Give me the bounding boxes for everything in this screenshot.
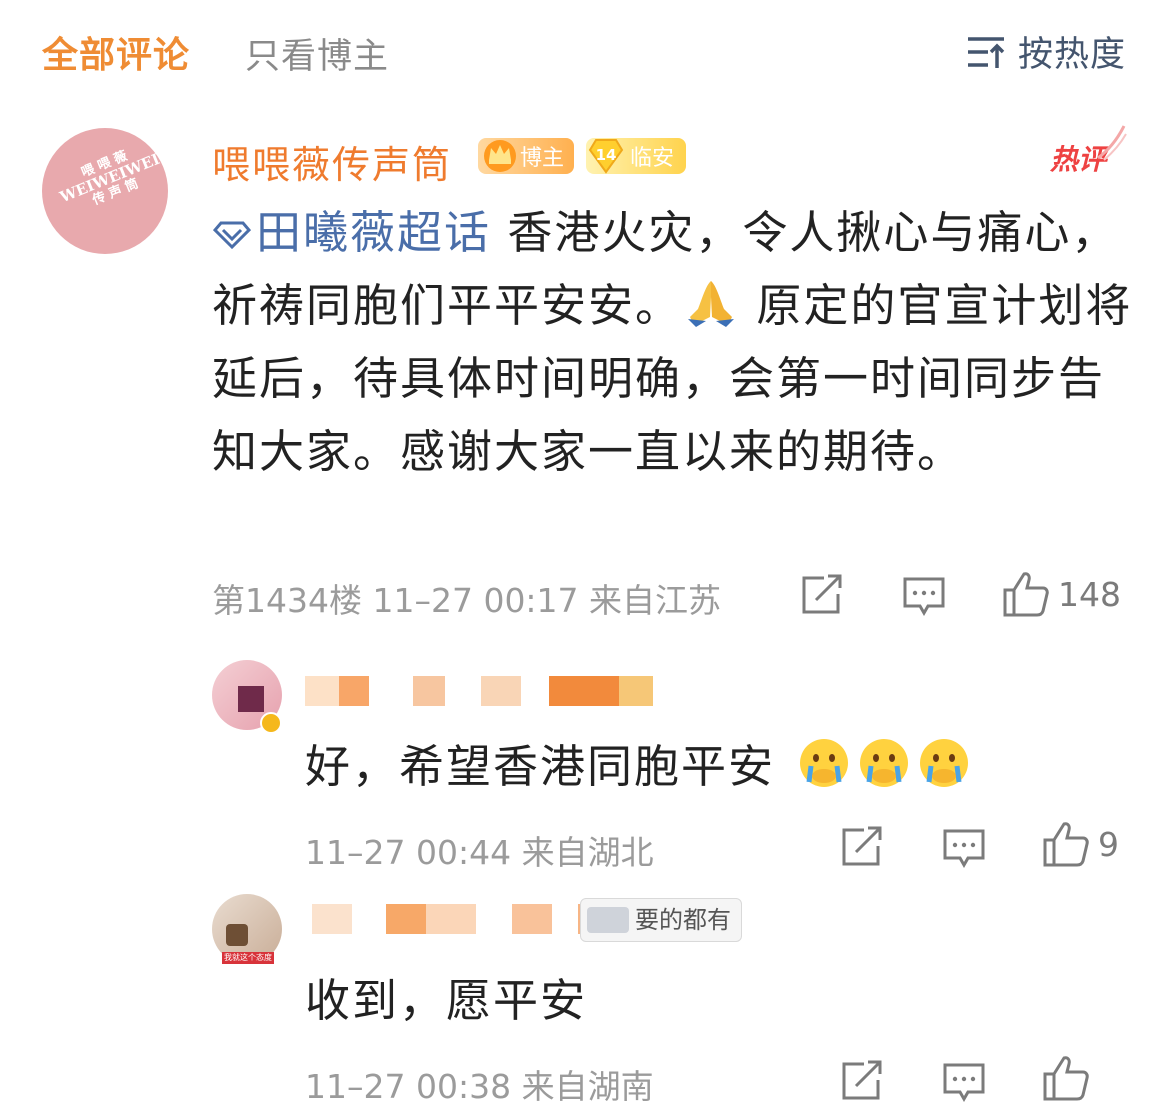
reply-button[interactable] — [942, 1062, 986, 1102]
sort-lines-icon — [967, 36, 1005, 68]
thumbs-up-icon — [1043, 822, 1089, 867]
avatar[interactable]: 喂 喂 薇 WEIWEIWEI 传 声 筒 — [42, 128, 168, 254]
sort-label: 按热度 — [1017, 35, 1126, 75]
verified-icon — [260, 712, 282, 734]
share-button[interactable] — [800, 574, 844, 616]
blogger-badge: 博主 — [478, 138, 574, 174]
tab-blogger-only[interactable]: 只看博主 — [245, 28, 389, 79]
avatar-text: 喂 喂 薇 WEIWEIWEI 传 声 筒 — [57, 148, 163, 209]
diamond-level-icon: 14 — [588, 139, 624, 174]
fan-badge-icon — [587, 907, 629, 933]
reply-button[interactable] — [942, 828, 986, 868]
share-icon — [802, 574, 842, 614]
reply-button[interactable] — [902, 576, 946, 616]
level-badge: 14 临安 — [586, 138, 686, 174]
thumbs-up-icon — [1003, 572, 1049, 617]
avatar-caption: 我就这个态度 — [222, 952, 274, 964]
diamond-topic-icon — [212, 221, 252, 250]
thumbs-up-icon — [1043, 1056, 1089, 1101]
reply-meta: 11–27 00:38 来自湖南 — [305, 1067, 654, 1104]
share-button[interactable] — [840, 826, 884, 868]
comment-content: 田曦薇超话 香港火灾，令人揪心与痛心，祈祷同胞们平平安安。 原定的官宣计划将延后… — [212, 196, 1142, 488]
share-button[interactable] — [840, 1060, 884, 1102]
comment-icon — [943, 1063, 985, 1102]
share-icon — [842, 826, 882, 866]
like-button[interactable] — [1042, 1054, 1090, 1102]
like-count: 9 — [1098, 824, 1119, 864]
city-label: 临安 — [630, 146, 675, 171]
share-icon — [842, 1060, 882, 1100]
flame-deco-icon — [1097, 125, 1127, 161]
tab-all-comments[interactable]: 全部评论 — [42, 26, 190, 78]
comment-icon — [903, 577, 945, 616]
sort-by-hot-button[interactable]: 按热度 — [966, 26, 1126, 77]
praying-hands-icon — [688, 281, 735, 327]
crown-icon — [484, 140, 516, 172]
username[interactable]: 喂喂薇传声筒 — [212, 134, 452, 189]
svg-text:14: 14 — [596, 146, 617, 164]
super-topic-link[interactable]: 田曦薇超话 — [212, 206, 491, 259]
crying-face-icon — [860, 739, 909, 787]
reply-username-blurred[interactable] — [312, 904, 598, 934]
comment-icon — [943, 829, 985, 868]
reply-username-blurred[interactable] — [305, 676, 653, 706]
like-button[interactable]: 9 — [1042, 820, 1119, 868]
reply-meta: 11–27 00:44 来自湖北 — [305, 833, 654, 872]
reply-text: 好，希望香港同胞平安 — [305, 730, 971, 795]
like-count: 148 — [1058, 574, 1121, 614]
crying-emoji-group — [775, 739, 971, 793]
fan-badge: 要的都有 — [580, 898, 742, 942]
comment-meta: 第1434楼 11–27 00:17 来自江苏 — [212, 581, 722, 620]
reply-text: 收到，愿平安 — [305, 974, 588, 1027]
like-button[interactable]: 148 — [1002, 570, 1121, 618]
blogger-badge-label: 博主 — [520, 146, 565, 171]
crying-face-icon — [920, 739, 969, 787]
crying-face-icon — [800, 739, 849, 787]
